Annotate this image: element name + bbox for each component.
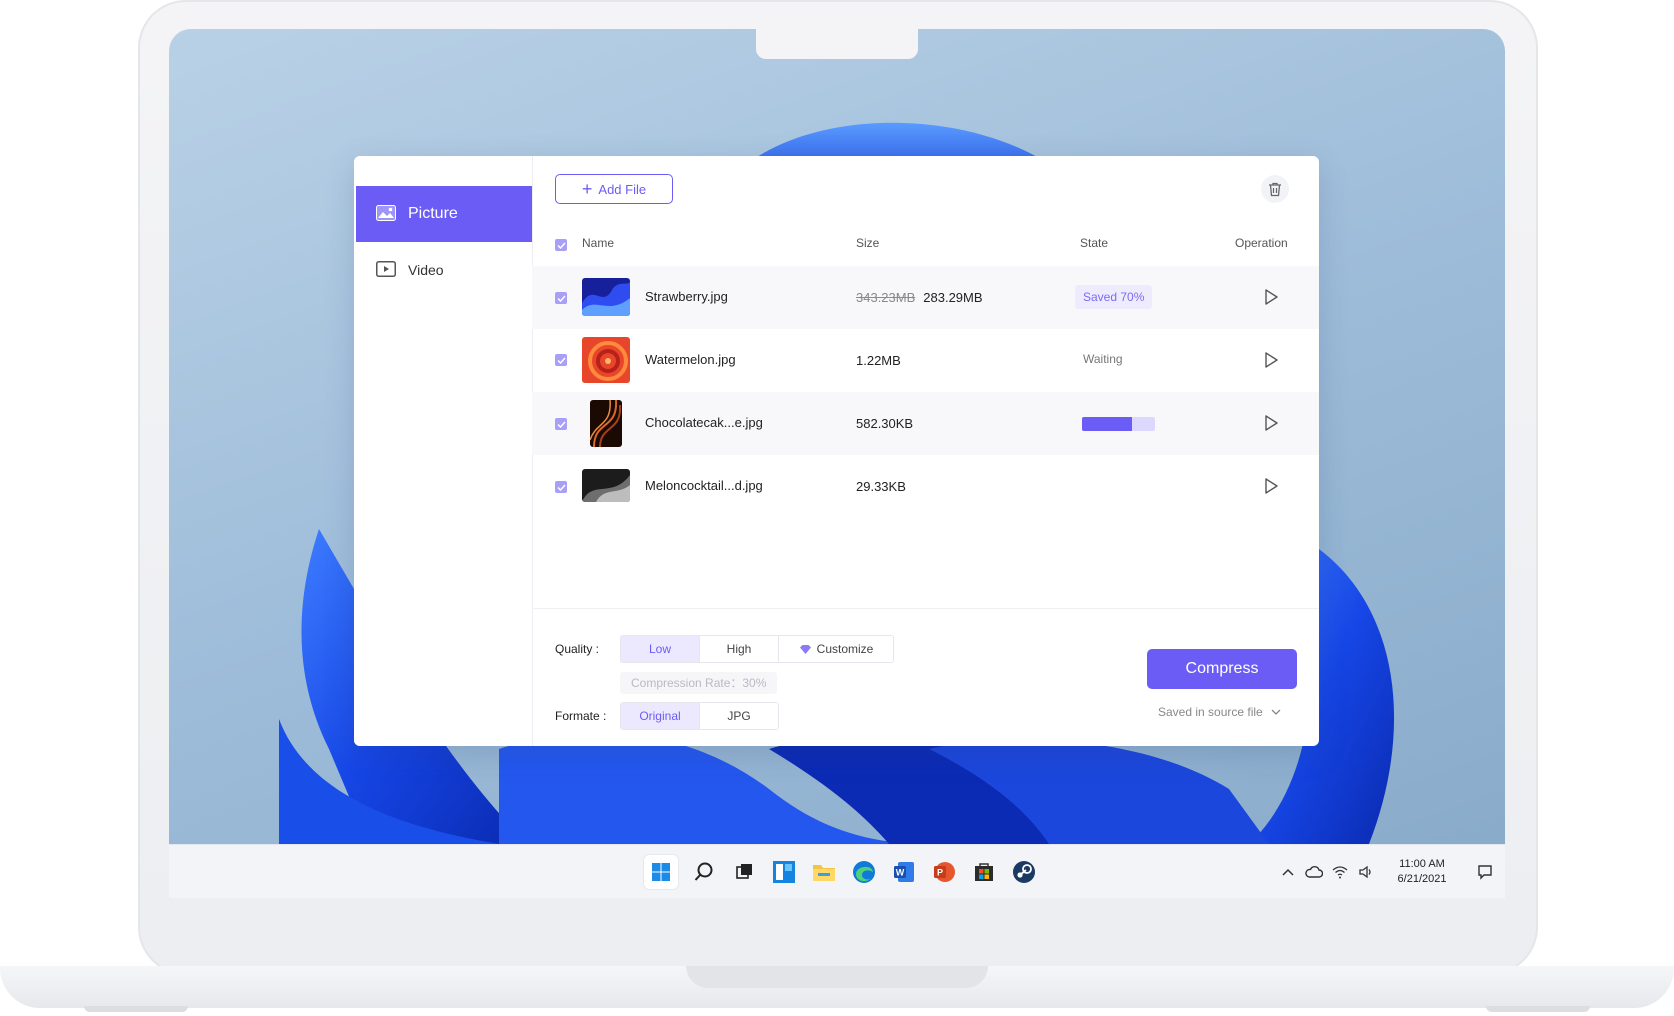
laptop-foot-right [1486,1006,1590,1012]
plus-icon: + [581,179,593,199]
volume-icon[interactable] [1353,859,1379,885]
file-thumbnail [590,400,622,447]
file-size: 1.22MB [856,353,901,368]
sidebar: Picture Video [354,156,533,746]
format-option-original[interactable]: Original [621,703,700,729]
word-icon[interactable]: W [890,858,918,886]
quality-label: Quality : [555,642,600,656]
quality-selector: Low High Customize [620,635,894,663]
play-icon[interactable] [1262,477,1280,495]
compression-rate: Compression Rate：30% [620,672,778,694]
sidebar-item-video[interactable]: Video [356,242,532,298]
file-size-original: 343.23MB [856,290,916,305]
store-icon[interactable] [970,858,998,886]
play-icon[interactable] [1262,414,1280,432]
header-operation: Operation [1235,236,1288,250]
sidebar-item-label: Picture [408,205,458,222]
status-text: Waiting [1083,352,1123,366]
row-checkbox[interactable] [555,481,567,493]
clock-time: 11:00 AM [1399,858,1445,870]
sidebar-item-picture[interactable]: Picture [356,186,532,242]
select-all-checkbox[interactable] [555,239,567,251]
save-location-dropdown[interactable]: Saved in source file [1158,705,1281,719]
notification-icon[interactable] [1465,859,1505,885]
file-name: Strawberry.jpg [645,289,728,304]
powerpoint-icon[interactable]: P [930,858,958,886]
file-name: Chocolatecak...e.jpg [645,415,763,430]
add-file-label: Add File [598,181,647,197]
video-icon [376,261,398,279]
laptop-foot-left [84,1006,188,1012]
steam-icon[interactable] [1010,858,1038,886]
file-name: Meloncocktail...d.jpg [645,478,763,493]
format-selector: Original JPG [620,702,779,730]
row-checkbox[interactable] [555,292,567,304]
image-icon [376,205,398,223]
table-header: Name Size State Operation [532,222,1319,267]
sidebar-item-label: Video [408,262,444,278]
chevron-up-icon[interactable] [1275,859,1301,885]
edge-browser-icon[interactable] [850,858,878,886]
chevron-down-icon [1271,709,1281,715]
file-name: Watermelon.jpg [645,352,736,367]
taskbar-apps: W P [644,845,1038,898]
file-size: 29.33KB [856,479,906,494]
file-explorer-icon[interactable] [810,858,838,886]
quality-option-customize[interactable]: Customize [779,636,893,662]
table-row[interactable]: Watermelon.jpg 1.22MB Waiting [532,329,1319,392]
widgets-icon[interactable] [770,858,798,886]
table-row[interactable]: Strawberry.jpg 343.23MB 283.29MB Saved 70… [532,266,1319,329]
add-file-button[interactable]: + Add File [555,174,673,204]
start-icon[interactable] [644,855,678,889]
trash-icon [1269,182,1281,197]
taskbar: W P 11:00 AM 6/21/2021 [169,844,1505,898]
play-icon[interactable] [1262,351,1280,369]
system-clock[interactable]: 11:00 AM 6/21/2021 [1385,857,1459,887]
compressor-app-window: Picture Video + Add File Name Size State… [354,156,1319,746]
file-size: 582.30KB [856,416,914,431]
clock-date: 6/21/2021 [1397,873,1447,885]
quality-option-low[interactable]: Low [621,636,700,662]
wifi-icon[interactable] [1327,859,1353,885]
file-size-compressed: 283.29MB [923,290,983,305]
header-size: Size [856,236,880,250]
header-state: State [1080,236,1109,250]
row-checkbox[interactable] [555,354,567,366]
save-location-label: Saved in source file [1158,705,1263,719]
camera-notch [756,29,918,59]
table-row[interactable]: Chocolatecak...e.jpg 582.30KB [532,392,1319,455]
main-panel: + Add File Name Size State Operation Str… [532,156,1319,746]
play-icon[interactable] [1262,288,1280,306]
trash-button[interactable] [1261,175,1289,203]
row-checkbox[interactable] [555,418,567,430]
customize-label: Customize [816,642,874,656]
compress-button[interactable]: Compress [1147,649,1297,689]
system-tray: 11:00 AM 6/21/2021 [1275,845,1505,898]
table-row[interactable]: Meloncocktail...d.jpg 29.33KB [532,455,1319,518]
quality-option-high[interactable]: High [700,636,779,662]
diamond-icon [799,644,811,654]
search-icon[interactable] [690,858,718,886]
format-option-jpg[interactable]: JPG [700,703,778,729]
svg-text:W: W [896,868,905,878]
task-view-icon[interactable] [730,858,758,886]
file-thumbnail [582,278,630,316]
file-thumbnail [582,337,630,383]
onedrive-icon[interactable] [1301,859,1327,885]
svg-text:P: P [937,868,943,878]
progress-fill [1082,417,1132,431]
file-size: 343.23MB 283.29MB [856,290,983,305]
settings-panel: Quality : Low High Customize Compression… [532,608,1319,746]
header-name: Name [582,236,615,250]
laptop-base-notch [686,966,988,988]
format-label: Formate : [555,709,607,723]
compression-progress-bar [1082,417,1155,431]
file-thumbnail [582,469,630,502]
status-badge: Saved 70% [1075,285,1153,309]
